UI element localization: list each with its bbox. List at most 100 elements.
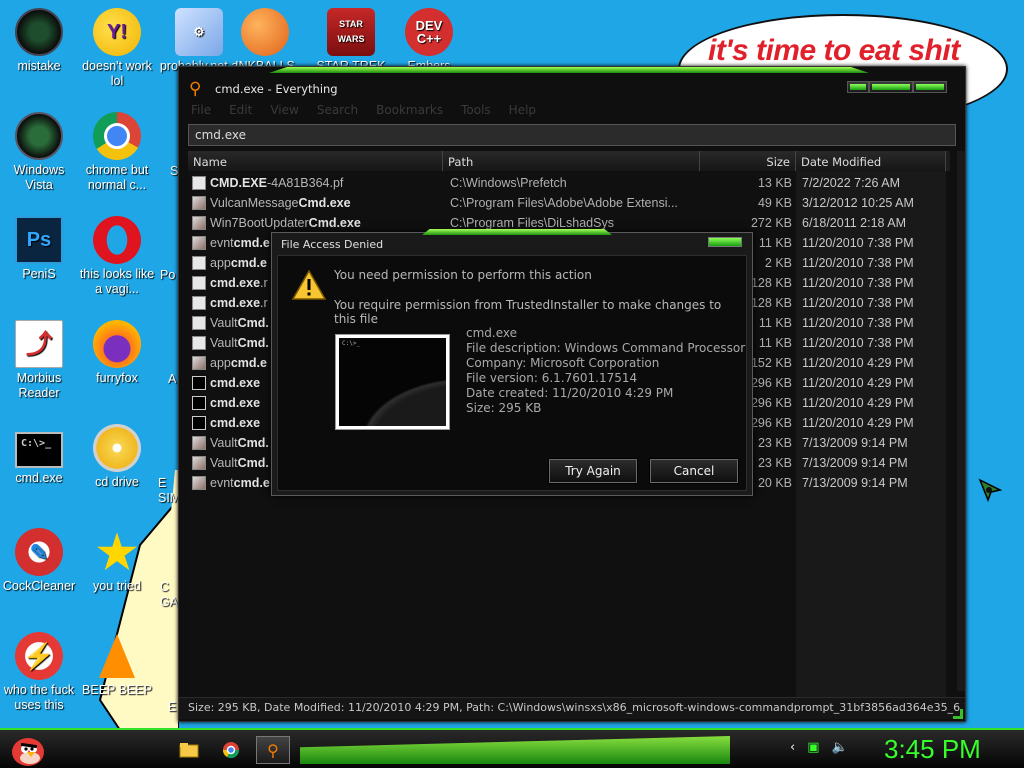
menu-file[interactable]: File	[191, 103, 211, 119]
row-date: 11/20/2010 4:29 PM	[802, 356, 914, 370]
windows-vista-icon	[15, 112, 63, 160]
desktop-icon-beep-beep[interactable]: BEEP BEEP	[78, 632, 156, 698]
row-name-part: Vault	[210, 336, 238, 350]
speech-bubble-text: it's time to eat shit	[708, 34, 960, 67]
row-name-part: Vault	[210, 316, 238, 330]
network-icon[interactable]: ▣	[807, 740, 819, 755]
table-row[interactable]: CMD.EXE-4A81B364.pf C:\Windows\Prefetch 13…	[188, 173, 950, 193]
desktop-icon-embers[interactable]: DEV C++ Embers	[390, 8, 468, 74]
warning-icon	[292, 270, 326, 300]
cmd-file-icon	[192, 416, 206, 430]
menu-view[interactable]: View	[270, 103, 298, 119]
row-name-part: app	[210, 356, 231, 370]
row-date: 11/20/2010 7:38 PM	[802, 296, 914, 310]
desktop-icon-mistake[interactable]: mistake	[0, 8, 78, 74]
desktop-icon-who-uses-this[interactable]: ⚡ who the fuck uses this	[0, 632, 78, 713]
desktop-icon-opera[interactable]: this looks like a vagi...	[78, 216, 156, 297]
row-name-part: Cmd.exe	[298, 196, 351, 210]
window-titlebar[interactable]: ⚲ cmd.exe - Everything	[179, 75, 965, 103]
menu-help[interactable]: Help	[509, 103, 536, 119]
table-row[interactable]: VulcanMessageCmd.exe C:\Program Files\Ado…	[188, 193, 950, 213]
file-access-denied-dialog: File Access Denied You need permission t…	[271, 229, 753, 496]
vlc-icon	[93, 632, 141, 680]
file-icon	[192, 436, 206, 450]
row-name-part: VulcanMessage	[210, 196, 299, 210]
desktop-icon-label: Windows Vista	[13, 163, 65, 192]
taskbar-chrome-button[interactable]	[214, 736, 248, 764]
yahoo-icon: Y!	[93, 8, 141, 56]
desktop-icon-cd-drive[interactable]: cd drive	[78, 424, 156, 490]
column-date-modified[interactable]: Date Modified	[796, 151, 946, 171]
desktop-icon-windows-vista[interactable]: Windows Vista	[0, 112, 78, 193]
desktop-icon-label: BEEP BEEP	[82, 683, 152, 697]
desktop-icon-star-trek[interactable]: STAR WARS STAR TREK	[312, 8, 390, 74]
desktop-icon-label: doesn't work lol	[82, 59, 152, 88]
menu-tools[interactable]: Tools	[461, 103, 491, 119]
row-name-part: cmd.e	[230, 256, 267, 270]
taskbar-clock[interactable]: 3:45 PM	[884, 734, 981, 765]
row-date: 11/20/2010 7:38 PM	[802, 256, 914, 270]
cmd-file-icon	[192, 396, 206, 410]
settings-gear-icon: ⚙	[175, 8, 223, 56]
column-size[interactable]: Size	[700, 151, 796, 171]
desktop-icon-cmd[interactable]: C:\>_ cmd.exe	[0, 424, 78, 486]
cmd-icon: C:\>_	[15, 432, 63, 468]
row-name-part: evnt	[210, 236, 234, 250]
desktop-icon-you-tried[interactable]: ★ you tried	[78, 528, 156, 594]
partial-icon-label: C GA	[160, 580, 179, 609]
desktop-icon-penis[interactable]: Ps PeniS	[0, 216, 78, 282]
column-name[interactable]: Name	[188, 151, 443, 171]
menubar: File Edit View Search Bookmarks Tools He…	[191, 103, 536, 119]
dialog-close-button[interactable]	[708, 237, 742, 247]
volume-icon[interactable]: 🔈	[832, 740, 848, 755]
row-name-part: cmd.e	[233, 236, 270, 250]
menu-edit[interactable]: Edit	[229, 103, 252, 119]
row-name-part: cmd.exe	[210, 416, 261, 430]
row-name-part: app	[210, 256, 231, 270]
dialog-message: You need permission to perform this acti…	[334, 268, 592, 282]
resize-grip[interactable]	[953, 709, 963, 719]
desktop-icon-morbius-reader[interactable]: ⤴ Morbius Reader	[0, 320, 78, 401]
ccleaner-icon: ✎	[15, 528, 63, 576]
thumbnail-image: C:\>_	[339, 338, 446, 426]
desktop-icon-label: cmd.exe	[15, 471, 63, 485]
partial-icon-label: E	[168, 700, 177, 714]
menu-search[interactable]: Search	[317, 103, 358, 119]
photoshop-icon: Ps	[15, 216, 63, 264]
mistake-icon	[15, 8, 63, 56]
desktop-icon-furryfox[interactable]: furryfox	[78, 320, 156, 386]
vertical-scrollbar[interactable]	[957, 151, 965, 691]
dialog-detail: You require permission from TrustedInsta…	[334, 298, 722, 326]
maximize-button[interactable]	[869, 81, 913, 93]
chrome-icon	[93, 112, 141, 160]
row-date: 11/20/2010 7:38 PM	[802, 336, 914, 350]
start-button-angry-bird-icon[interactable]	[8, 730, 46, 768]
row-name-part: CMD.EXE	[210, 176, 267, 190]
minimize-button[interactable]	[847, 81, 869, 93]
desktop-icon-cockcleaner[interactable]: ✎ CockCleaner	[0, 528, 78, 594]
desktop-icon-doesnt-work[interactable]: Y! doesn't work lol	[78, 8, 156, 89]
cmd-file-icon	[192, 376, 206, 390]
close-button[interactable]	[913, 81, 947, 93]
try-again-button[interactable]: Try Again	[548, 458, 638, 484]
file-icon	[192, 276, 206, 290]
file-created: Date created: 11/20/2010 4:29 PM	[466, 386, 674, 400]
cancel-button[interactable]: Cancel	[649, 458, 739, 484]
desktop-icon-chrome[interactable]: chrome but normal c...	[78, 112, 156, 193]
taskbar-everything-button[interactable]: ⚲	[256, 736, 290, 764]
row-name-part: Cmd.	[237, 316, 269, 330]
row-size: 13 KB	[757, 176, 792, 190]
menu-bookmarks[interactable]: Bookmarks	[376, 103, 443, 119]
search-input[interactable]: cmd.exe	[188, 124, 956, 146]
column-path[interactable]: Path	[443, 151, 700, 171]
desktop-icon-inkballs[interactable]: INKBALLS	[226, 8, 304, 74]
folder-icon	[179, 743, 199, 758]
partial-icon-label: A	[168, 372, 177, 386]
dialog-body: You need permission to perform this acti…	[277, 255, 747, 491]
row-size: 49 KB	[757, 196, 792, 210]
taskbar-explorer-button[interactable]	[172, 736, 206, 764]
file-thumbnail: C:\>_	[335, 334, 450, 430]
file-company: Company: Microsoft Corporation	[466, 356, 660, 370]
file-name: cmd.exe	[466, 326, 518, 340]
tray-chevron-icon[interactable]: ‹	[790, 740, 795, 755]
